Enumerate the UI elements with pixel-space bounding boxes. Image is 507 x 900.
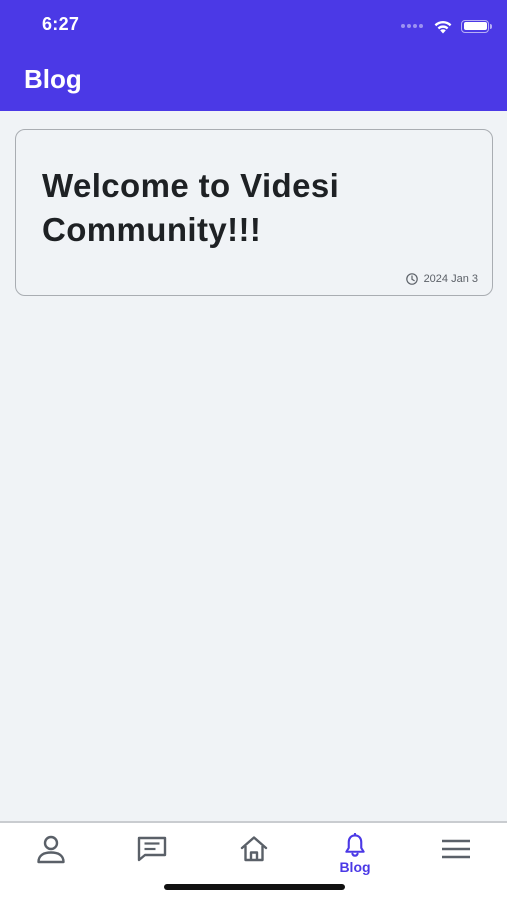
- status-bar-icons: [401, 15, 492, 37]
- chat-icon: [137, 836, 167, 862]
- tab-blog[interactable]: Blog: [315, 833, 395, 875]
- blog-post-card[interactable]: Welcome to Videsi Community!!! 2024 Jan …: [15, 129, 493, 296]
- cellular-signal-icon: [401, 24, 423, 28]
- tab-messages[interactable]: [112, 833, 192, 875]
- tab-menu[interactable]: [416, 833, 496, 875]
- wifi-icon: [434, 20, 452, 33]
- blog-list[interactable]: Welcome to Videsi Community!!! 2024 Jan …: [0, 111, 507, 821]
- blog-post-title: Welcome to Videsi Community!!!: [42, 167, 340, 248]
- bell-icon: [345, 833, 365, 857]
- blog-post-date: 2024 Jan 3: [405, 273, 478, 285]
- tab-blog-label: Blog: [339, 859, 371, 875]
- person-icon: [37, 835, 65, 864]
- tab-profile[interactable]: [11, 833, 91, 875]
- blog-post-date-text: 2024 Jan 3: [423, 273, 478, 285]
- battery-icon: [461, 19, 492, 33]
- clock-icon: [405, 273, 418, 285]
- menu-icon: [442, 839, 470, 859]
- app-header: 6:27 Blog: [0, 0, 507, 111]
- page-title: Blog: [24, 64, 82, 94]
- tab-home[interactable]: [214, 833, 294, 875]
- home-icon: [240, 836, 268, 862]
- status-bar-time: 6:27: [42, 14, 80, 34]
- home-indicator[interactable]: [164, 884, 345, 890]
